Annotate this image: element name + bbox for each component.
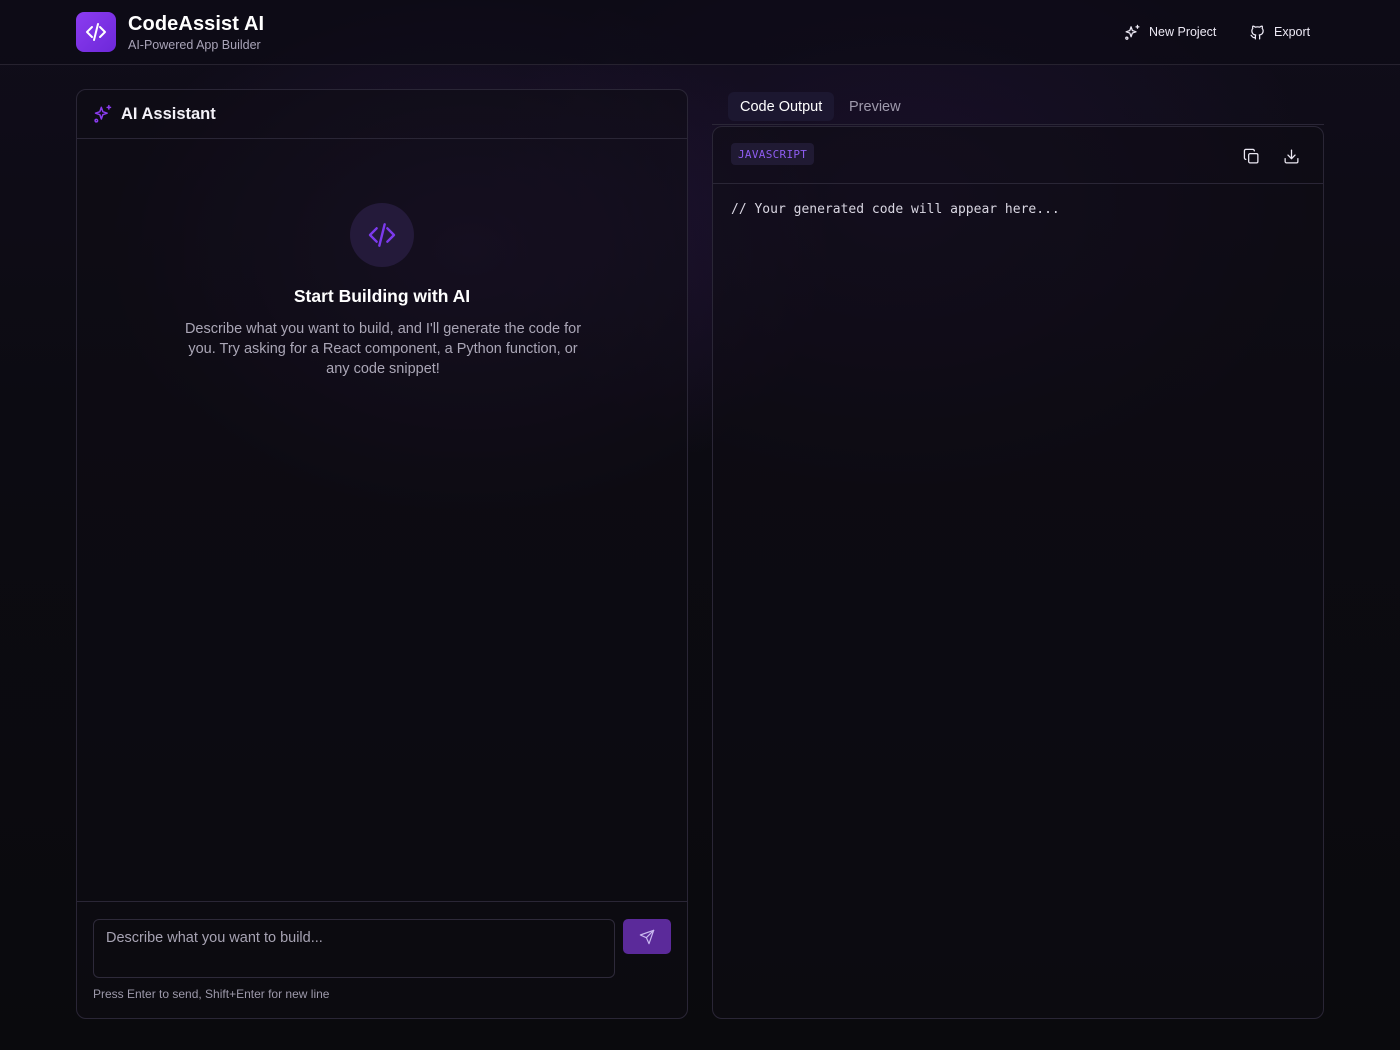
app-subtitle: AI-Powered App Builder [128,38,261,52]
download-button[interactable] [1278,143,1304,169]
assistant-panel: AI Assistant Start Building with AI Desc… [76,89,688,1019]
sparkles-icon [1125,24,1140,40]
new-project-button[interactable]: New Project [1124,20,1216,44]
code-icon [86,23,106,41]
copy-button[interactable] [1238,143,1264,169]
assistant-panel-header: AI Assistant [77,90,687,139]
tab-preview[interactable]: Preview [837,92,913,121]
code-output-panel: JAVASCRIPT // Your generated code will a… [712,126,1324,1019]
tab-code-output[interactable]: Code Output [728,92,835,121]
code-content[interactable]: // Your generated code will appear here.… [731,202,1060,217]
output-tabs: Code Output Preview [712,90,1324,125]
input-hint: Press Enter to send, Shift+Enter for new… [93,987,330,1001]
app-logo [76,12,116,52]
empty-state-icon-circle [350,203,414,267]
copy-icon [1243,148,1259,164]
github-icon [1250,25,1264,40]
code-panel-header: JAVASCRIPT [713,127,1323,184]
language-badge: JAVASCRIPT [731,143,815,165]
empty-state-heading: Start Building with AI [293,286,471,306]
app-title: CodeAssist AI [128,13,265,35]
prompt-composer: Press Enter to send, Shift+Enter for new… [77,901,687,1018]
empty-state-description: Describe what you want to build, and I'l… [184,321,582,377]
new-project-label: New Project [1149,25,1217,39]
send-icon [639,929,655,944]
download-icon [1283,148,1299,164]
code-icon [368,223,396,247]
prompt-input[interactable] [93,919,615,978]
assistant-title: AI Assistant [121,104,216,123]
send-button[interactable] [623,919,671,954]
export-label: Export [1274,25,1311,39]
export-button[interactable]: Export [1249,20,1310,44]
sparkles-icon [94,104,112,123]
top-header: CodeAssist AI AI-Powered App Builder New… [0,0,1400,65]
